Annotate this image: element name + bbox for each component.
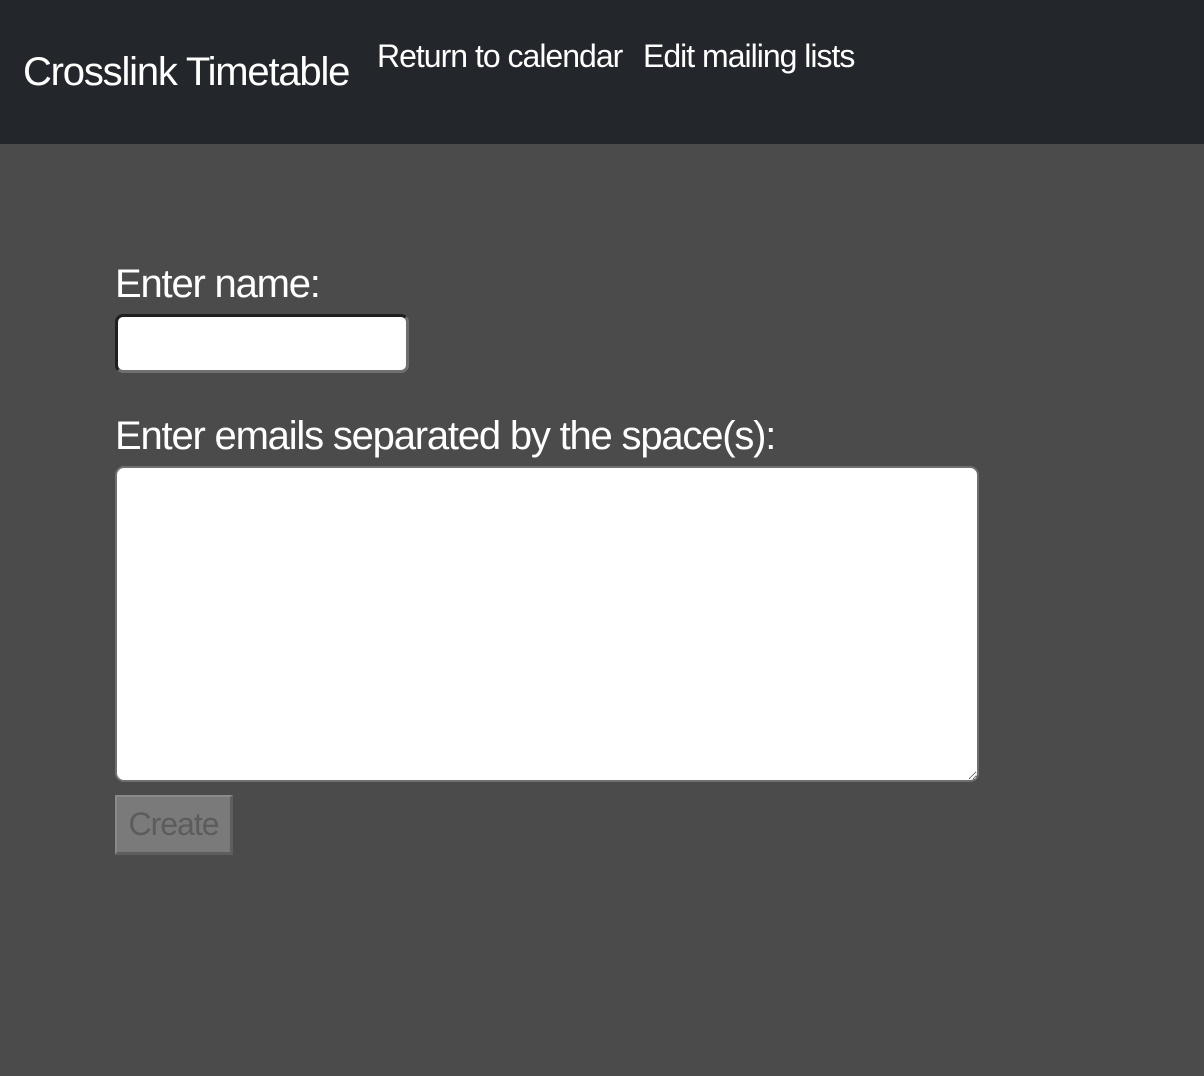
- emails-label: Enter emails separated by the space(s):: [115, 414, 776, 458]
- nav-link-edit-mailing-lists[interactable]: Edit mailing lists: [643, 36, 855, 76]
- nav-link-return-to-calendar[interactable]: Return to calendar: [377, 36, 623, 76]
- emails-textarea[interactable]: [115, 466, 979, 782]
- name-label: Enter name:: [115, 262, 321, 306]
- create-button[interactable]: Create: [115, 795, 233, 855]
- top-navbar: Crosslink Timetable Return to calendar E…: [0, 0, 1204, 144]
- brand-link[interactable]: Crosslink Timetable: [23, 48, 350, 96]
- name-input[interactable]: [115, 314, 409, 373]
